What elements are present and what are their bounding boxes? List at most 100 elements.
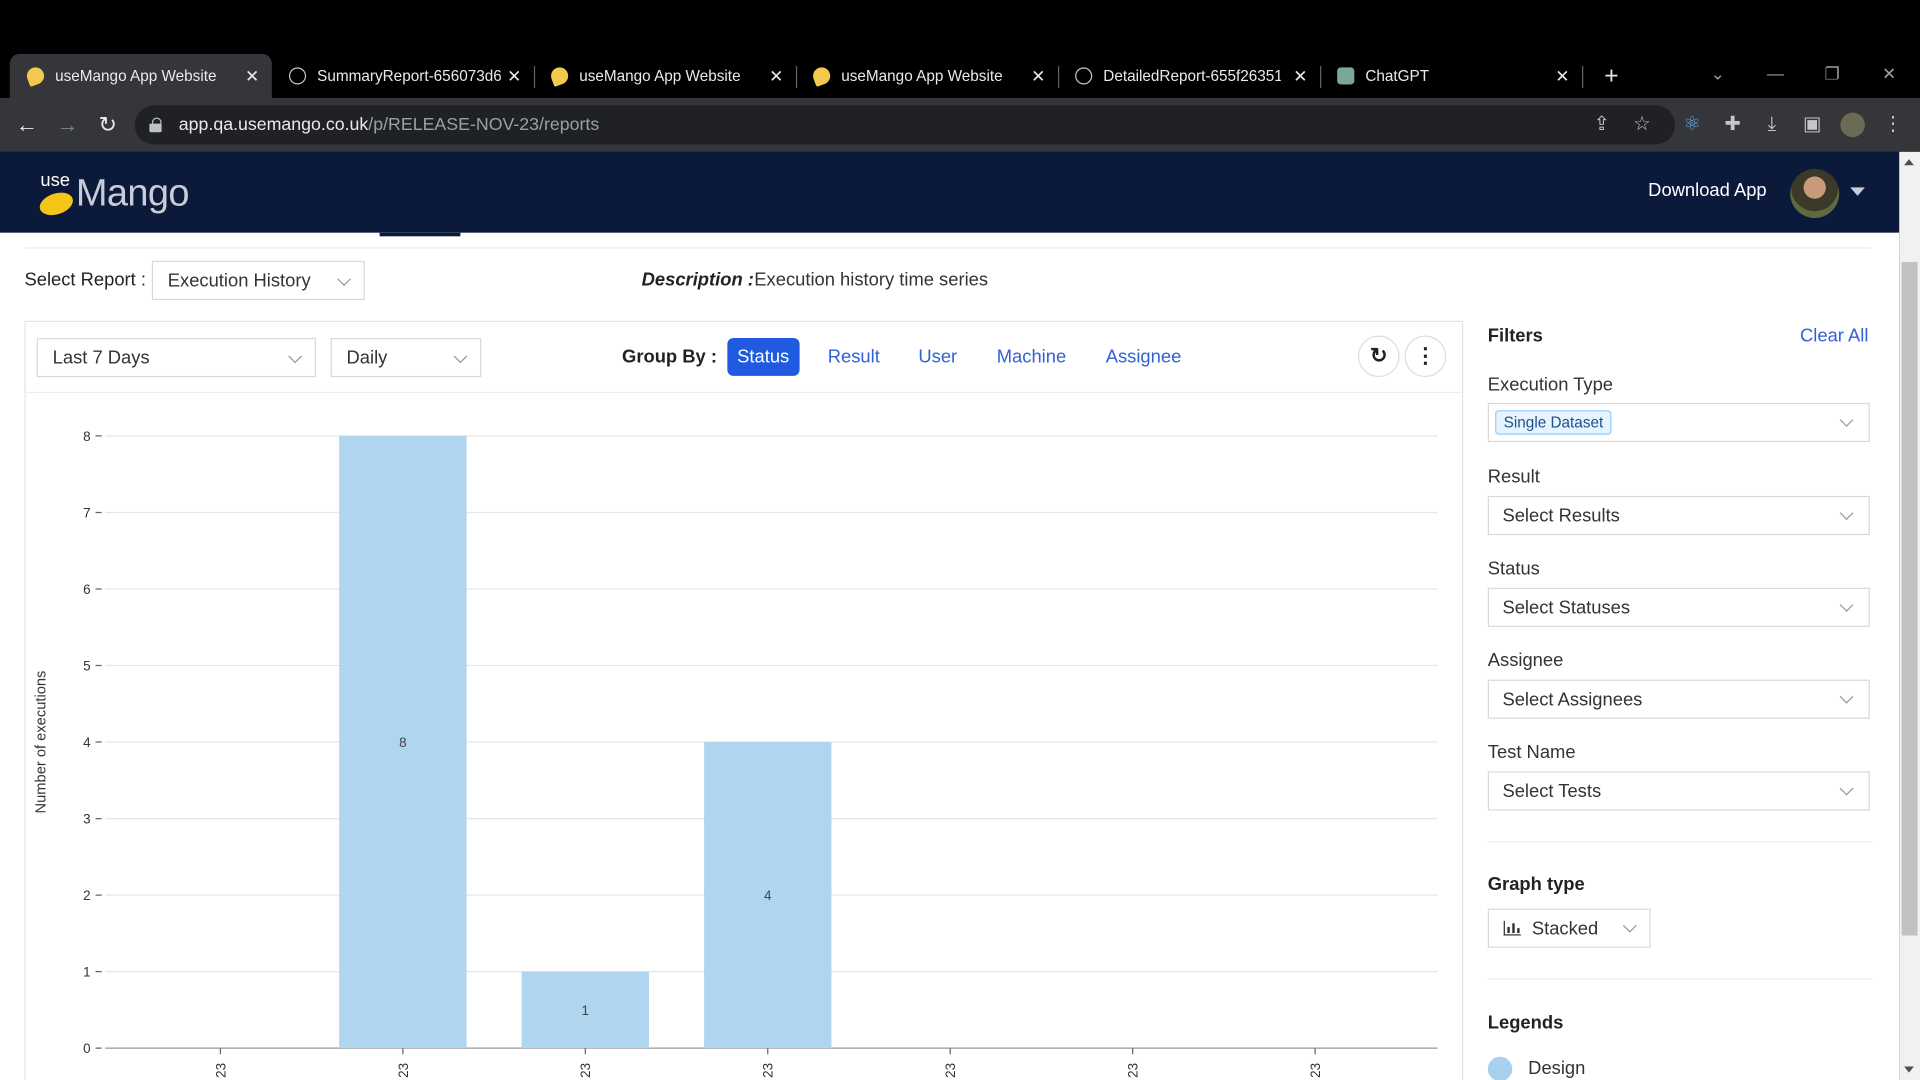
legend-item-design[interactable]: Design: [1528, 1058, 1585, 1079]
divider: [1487, 841, 1873, 843]
chatgpt-icon: [1337, 67, 1355, 85]
side-panel-icon[interactable]: ▣: [1800, 113, 1824, 137]
group-by-result-button[interactable]: Result: [818, 338, 890, 376]
status-label: Status: [1487, 558, 1540, 580]
scrollbar-thumb[interactable]: [1901, 262, 1918, 936]
globe-icon: [288, 67, 307, 85]
bookmark-star-icon[interactable]: ☆: [1630, 113, 1654, 137]
browser-tab[interactable]: ChatGPT ✕: [1320, 54, 1584, 98]
tab-title: ChatGPT: [1365, 67, 1430, 85]
bar-value-label: 1: [582, 1003, 589, 1018]
browser-tab[interactable]: useMango App Website ✕: [9, 53, 272, 98]
date-range-select[interactable]: Last 7 Days: [36, 337, 316, 378]
group-by-assignee-button[interactable]: Assignee: [1096, 338, 1191, 376]
minimize-icon[interactable]: —: [1767, 64, 1784, 84]
x-tick-label: 23: [943, 1063, 958, 1078]
reload-icon[interactable]: ↻: [94, 111, 121, 138]
close-window-icon[interactable]: ✕: [1882, 64, 1896, 85]
execution-history-chart: 012345678Number of executions23823123423…: [33, 429, 1438, 1078]
x-tick-label: 23: [761, 1063, 776, 1078]
y-axis-label: Number of executions: [33, 671, 49, 814]
legend-swatch[interactable]: [1487, 1056, 1513, 1080]
group-by-label: Group By :: [622, 346, 717, 368]
browser-tab-strip: useMango App Website ✕ SummaryReport-656…: [9, 53, 1584, 98]
download-app-link[interactable]: Download App: [1648, 180, 1766, 201]
group-by-user-button[interactable]: User: [909, 338, 967, 376]
avatar[interactable]: [1790, 168, 1840, 218]
x-tick-label: 23: [213, 1063, 228, 1078]
scroll-down-icon[interactable]: [1904, 1066, 1914, 1073]
url-path: /p/RELEASE-NOV-23/reports: [368, 115, 600, 135]
date-range-value: Last 7 Days: [52, 347, 150, 368]
screen: useMango App Website ✕ SummaryReport-656…: [0, 0, 1920, 1080]
mango-icon: [810, 64, 833, 87]
scroll-up-icon[interactable]: [1904, 159, 1914, 166]
page-scrollbar[interactable]: [1899, 151, 1920, 1080]
close-tab-icon[interactable]: ✕: [767, 66, 787, 86]
y-tick-label: 3: [83, 811, 90, 826]
refresh-button[interactable]: ↻: [1357, 335, 1400, 378]
report-select-value: Execution History: [167, 270, 311, 291]
close-tab-icon[interactable]: ✕: [1029, 66, 1049, 86]
execution-type-select[interactable]: Single Dataset: [1487, 402, 1870, 443]
profile-avatar-icon[interactable]: [1840, 112, 1865, 138]
status-select[interactable]: Select Statuses: [1487, 587, 1870, 627]
interval-select[interactable]: Daily: [330, 337, 482, 378]
y-tick-label: 6: [83, 582, 90, 597]
description-text: Execution history time series: [754, 269, 989, 291]
execution-type-label: Execution Type: [1487, 374, 1614, 396]
chevron-down-icon: [1839, 689, 1854, 704]
bar-value-label: 8: [399, 735, 406, 750]
tab-search-icon[interactable]: ⌄: [1711, 64, 1725, 85]
y-tick-label: 2: [83, 888, 90, 903]
graph-type-label: Graph type: [1487, 874, 1585, 896]
test-name-label: Test Name: [1487, 742, 1576, 763]
chevron-down-icon: [1622, 918, 1637, 933]
execution-type-tag[interactable]: Single Dataset: [1495, 410, 1612, 435]
mango-icon: [24, 64, 47, 87]
restore-icon[interactable]: ❐: [1825, 64, 1840, 85]
browser-menu-icon[interactable]: ⋮: [1881, 113, 1905, 137]
test-name-select[interactable]: Select Tests: [1487, 771, 1870, 811]
react-devtools-icon[interactable]: ⚛: [1680, 113, 1704, 137]
chevron-down-icon: [288, 349, 303, 364]
url-host: app.qa.usemango.co.uk: [178, 115, 369, 135]
bar-chart-icon: [1503, 920, 1521, 936]
chevron-down-icon[interactable]: [1850, 187, 1865, 196]
close-tab-icon[interactable]: ✕: [504, 66, 524, 86]
address-bar[interactable]: app.qa.usemango.co.uk/p/RELEASE-NOV-23/r…: [134, 105, 1676, 145]
close-tab-icon[interactable]: ✕: [242, 66, 262, 86]
new-tab-icon[interactable]: +: [1598, 62, 1625, 89]
select-report-label: Select Report :: [24, 269, 146, 291]
chevron-down-icon: [1839, 413, 1854, 427]
forward-icon[interactable]: →: [54, 111, 81, 138]
close-tab-icon[interactable]: ✕: [1291, 66, 1311, 86]
report-select[interactable]: Execution History: [151, 260, 365, 301]
browser-tab[interactable]: useMango App Website ✕: [534, 54, 798, 98]
group-by-status-button[interactable]: Status: [727, 337, 800, 376]
browser-tab[interactable]: DetailedReport-655f26351 ✕: [1058, 54, 1322, 98]
group-by-machine-button[interactable]: Machine: [987, 338, 1076, 376]
globe-icon: [1075, 67, 1093, 85]
extensions-icon[interactable]: ✚: [1720, 113, 1744, 137]
assignee-select[interactable]: Select Assignees: [1487, 679, 1870, 719]
x-tick-label: 23: [1126, 1063, 1141, 1078]
download-icon[interactable]: ⤓: [1760, 113, 1784, 137]
back-icon[interactable]: ←: [13, 111, 40, 138]
result-select[interactable]: Select Results: [1487, 495, 1870, 536]
clear-all-link[interactable]: Clear All: [1800, 326, 1868, 347]
description-label: Description :: [641, 269, 754, 291]
browser-tab[interactable]: useMango App Website ✕: [796, 54, 1060, 98]
lock-icon[interactable]: [149, 117, 162, 133]
graph-type-select[interactable]: Stacked: [1487, 908, 1651, 948]
divider: [24, 247, 1872, 249]
chevron-down-icon: [337, 272, 352, 287]
close-tab-icon[interactable]: ✕: [1553, 66, 1573, 86]
logo-text-use: use: [40, 170, 71, 192]
more-options-button[interactable]: ⋮: [1404, 335, 1447, 378]
y-tick-label: 8: [83, 429, 90, 444]
y-tick-label: 4: [83, 735, 91, 750]
browser-tab[interactable]: SummaryReport-656073d6 ✕: [272, 54, 536, 98]
tab-title: useMango App Website: [55, 67, 217, 85]
share-icon[interactable]: ⇪: [1589, 113, 1613, 137]
